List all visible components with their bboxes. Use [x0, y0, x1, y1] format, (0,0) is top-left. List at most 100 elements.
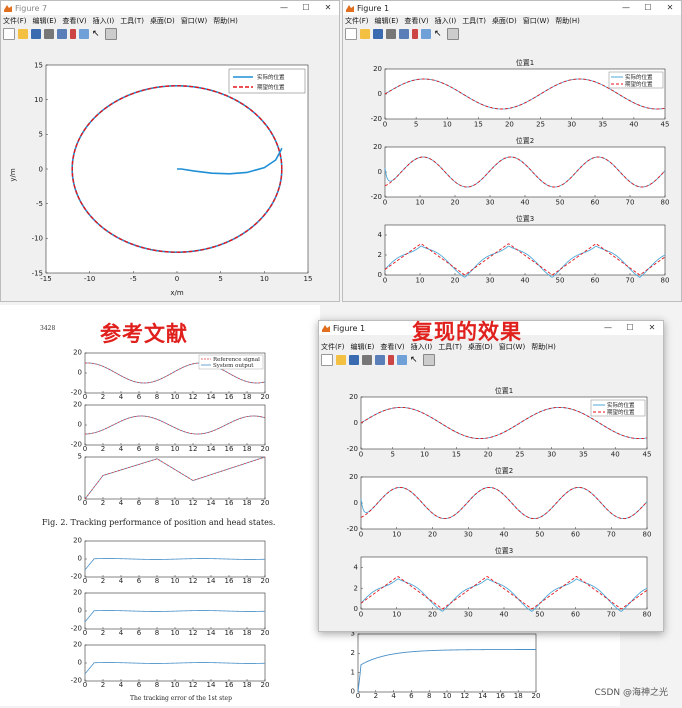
- open-icon[interactable]: [18, 29, 28, 39]
- x-tick-label: 6: [137, 393, 142, 401]
- menu-item-3[interactable]: 插入(I): [93, 16, 115, 26]
- x-tick-label: 20: [261, 445, 270, 453]
- new-figure-icon[interactable]: [345, 28, 357, 40]
- figure1-bottom-toolbar: ↖: [319, 353, 663, 368]
- menu-item-4[interactable]: 工具(T): [462, 16, 486, 26]
- y-tick-label: -20: [347, 525, 358, 533]
- subplot-title-2: 位置2: [495, 466, 513, 475]
- pointer-icon[interactable]: ↖: [434, 29, 444, 39]
- link-plot-icon[interactable]: [375, 355, 385, 365]
- menu-item-1[interactable]: 编辑(E): [351, 342, 375, 352]
- menu-item-7[interactable]: 帮助(H): [555, 16, 580, 26]
- new-figure-icon[interactable]: [321, 354, 333, 366]
- y-tick-label: 2: [378, 251, 382, 259]
- x-tick-label: 70: [607, 611, 616, 619]
- menu-item-7[interactable]: 帮助(H): [213, 16, 238, 26]
- menu-item-2[interactable]: 查看(V): [404, 16, 428, 26]
- x-tick-label: 6: [409, 692, 414, 700]
- subplot-title-2: 位置2: [516, 136, 534, 145]
- x-tick-label: 15: [304, 275, 313, 283]
- pointer-icon[interactable]: ↖: [410, 355, 420, 365]
- y-tick-label: -20: [71, 573, 82, 581]
- menu-item-2[interactable]: 查看(V): [380, 342, 404, 352]
- figure1-top-window[interactable]: Figure 1 — ☐ ✕ 文件(F) 编辑(E) 查看(V) 插入(I) 工具(T)…: [342, 0, 682, 302]
- x-tick-label: 25: [515, 451, 524, 459]
- close-icon[interactable]: ✕: [659, 1, 681, 15]
- plot-tools-icon[interactable]: [423, 354, 435, 366]
- x-tick-label: 2: [101, 499, 105, 507]
- minimize-icon[interactable]: —: [273, 1, 295, 15]
- close-icon[interactable]: ✕: [317, 1, 339, 15]
- y-tick-label: 0: [78, 659, 82, 667]
- x-tick-label: 2: [101, 681, 105, 689]
- legend-actual-label: 实际的位置: [625, 73, 653, 81]
- minimize-icon[interactable]: —: [615, 1, 637, 15]
- y-tick-label: -20: [71, 389, 82, 397]
- save-icon[interactable]: [31, 29, 41, 39]
- open-icon[interactable]: [336, 355, 346, 365]
- y-tick-label: 5: [78, 453, 82, 461]
- figure7-toolbar: ↖: [1, 27, 339, 42]
- y-tick-label: 0: [78, 421, 82, 429]
- figure7-titlebar[interactable]: Figure 7 — ☐ ✕: [1, 1, 339, 15]
- x-tick-label: 14: [207, 393, 216, 401]
- x-tick-label: 5: [391, 451, 395, 459]
- y-tick-label: -5: [36, 200, 43, 208]
- save-icon[interactable]: [373, 29, 383, 39]
- legend-icon[interactable]: [421, 29, 431, 39]
- maximize-icon[interactable]: ☐: [637, 1, 659, 15]
- link-plot-icon[interactable]: [57, 29, 67, 39]
- axes-box: [360, 476, 648, 530]
- menu-item-0[interactable]: 文件(F): [321, 342, 345, 352]
- maximize-icon[interactable]: ☐: [295, 1, 317, 15]
- menu-item-2[interactable]: 查看(V): [62, 16, 86, 26]
- menu-item-5[interactable]: 桌面(D): [492, 16, 517, 26]
- print-icon[interactable]: [386, 29, 396, 39]
- legend-actual-label: 实际的位置: [257, 73, 285, 81]
- menu-item-5[interactable]: 桌面(D): [150, 16, 175, 26]
- new-figure-icon[interactable]: [3, 28, 15, 40]
- menu-item-1[interactable]: 编辑(E): [375, 16, 399, 26]
- menu-item-7[interactable]: 帮助(H): [531, 342, 556, 352]
- x-tick-label: 45: [643, 451, 652, 459]
- menu-item-1[interactable]: 编辑(E): [33, 16, 57, 26]
- print-icon[interactable]: [44, 29, 54, 39]
- paper-legend-sys: System output: [213, 363, 254, 369]
- colorbar-icon[interactable]: [412, 29, 418, 39]
- menu-item-0[interactable]: 文件(F): [345, 16, 369, 26]
- menu-item-6[interactable]: 窗口(W): [523, 16, 549, 26]
- axes-box: [360, 556, 648, 610]
- save-icon[interactable]: [349, 355, 359, 365]
- x-tick-label: 10: [443, 692, 452, 700]
- x-tick-label: 35: [598, 121, 607, 129]
- colorbar-icon[interactable]: [70, 29, 76, 39]
- minimize-icon[interactable]: —: [597, 321, 619, 335]
- x-tick-label: 8: [155, 629, 159, 637]
- y-tick-label: 20: [73, 589, 82, 597]
- print-icon[interactable]: [362, 355, 372, 365]
- open-icon[interactable]: [360, 29, 370, 39]
- figure7-window[interactable]: Figure 7 — ☐ ✕ 文件(F) 编辑(E) 查看(V) 插入(I) 工具(T)…: [0, 0, 340, 302]
- close-icon[interactable]: ✕: [641, 321, 663, 335]
- x-tick-label: 0: [83, 577, 87, 585]
- subplot-title-1: 位置1: [495, 386, 513, 395]
- plot-tools-icon[interactable]: [447, 28, 459, 40]
- menu-item-0[interactable]: 文件(F): [3, 16, 27, 26]
- paper-fig3: 0 2 4 6 8 10 12 14 16 18 20-200200 2 4 6 8 10 12 14 16 18 20…: [71, 537, 270, 689]
- colorbar-icon[interactable]: [388, 355, 394, 365]
- x-tick-label: 18: [243, 629, 252, 637]
- link-plot-icon[interactable]: [399, 29, 409, 39]
- legend-icon[interactable]: [397, 355, 407, 365]
- figure1-top-menubar: 文件(F) 编辑(E) 查看(V) 插入(I) 工具(T) 桌面(D) 窗口(W) 帮助(H): [343, 15, 681, 27]
- maximize-icon[interactable]: ☐: [619, 321, 641, 335]
- x-tick-label: 12: [189, 445, 198, 453]
- figure1-top-titlebar[interactable]: Figure 1 — ☐ ✕: [343, 1, 681, 15]
- menu-item-6[interactable]: 窗口(W): [181, 16, 207, 26]
- pointer-icon[interactable]: ↖: [92, 29, 102, 39]
- legend-icon[interactable]: [79, 29, 89, 39]
- plot-tools-icon[interactable]: [105, 28, 117, 40]
- menu-item-4[interactable]: 工具(T): [120, 16, 144, 26]
- menu-item-3[interactable]: 插入(I): [435, 16, 457, 26]
- figure1-bottom-window[interactable]: Figure 1 — ☐ ✕ 文件(F) 编辑(E) 查看(V) 插入(I) 工具(T)…: [318, 320, 664, 632]
- x-tick-label: 20: [261, 577, 270, 585]
